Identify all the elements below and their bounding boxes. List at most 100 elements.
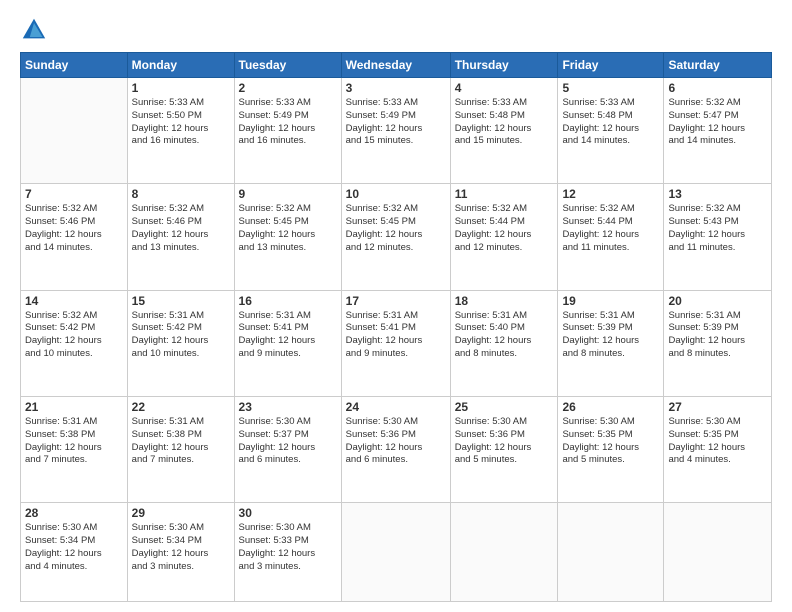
day-number: 13: [668, 187, 767, 201]
day-info: Sunrise: 5:33 AMSunset: 5:48 PMDaylight:…: [562, 97, 659, 148]
day-number: 19: [562, 294, 659, 308]
day-info: Sunrise: 5:32 AMSunset: 5:43 PMDaylight:…: [668, 203, 767, 254]
day-info: Sunrise: 5:30 AMSunset: 5:33 PMDaylight:…: [239, 522, 337, 573]
day-info: Sunrise: 5:31 AMSunset: 5:41 PMDaylight:…: [239, 310, 337, 361]
day-number: 27: [668, 400, 767, 414]
day-number: 28: [25, 506, 123, 520]
day-number: 1: [132, 81, 230, 95]
day-info: Sunrise: 5:32 AMSunset: 5:47 PMDaylight:…: [668, 97, 767, 148]
day-number: 24: [346, 400, 446, 414]
calendar-cell: 2 Sunrise: 5:33 AMSunset: 5:49 PMDaylight…: [234, 78, 341, 184]
day-number: 15: [132, 294, 230, 308]
calendar-cell: 3 Sunrise: 5:33 AMSunset: 5:49 PMDaylight…: [341, 78, 450, 184]
week-row-1: 1 Sunrise: 5:33 AMSunset: 5:50 PMDaylight…: [21, 78, 772, 184]
day-number: 3: [346, 81, 446, 95]
day-info: Sunrise: 5:31 AMSunset: 5:39 PMDaylight:…: [668, 310, 767, 361]
day-info: Sunrise: 5:33 AMSunset: 5:50 PMDaylight:…: [132, 97, 230, 148]
day-number: 2: [239, 81, 337, 95]
day-number: 6: [668, 81, 767, 95]
day-number: 21: [25, 400, 123, 414]
calendar-cell: 13 Sunrise: 5:32 AMSunset: 5:43 PMDayligh…: [664, 184, 772, 290]
day-number: 10: [346, 187, 446, 201]
day-info: Sunrise: 5:31 AMSunset: 5:38 PMDaylight:…: [132, 416, 230, 467]
day-info: Sunrise: 5:30 AMSunset: 5:36 PMDaylight:…: [346, 416, 446, 467]
day-info: Sunrise: 5:32 AMSunset: 5:42 PMDaylight:…: [25, 310, 123, 361]
weekday-header-row: SundayMondayTuesdayWednesdayThursdayFrid…: [21, 53, 772, 78]
day-number: 4: [455, 81, 554, 95]
weekday-header-friday: Friday: [558, 53, 664, 78]
calendar-cell: 28 Sunrise: 5:30 AMSunset: 5:34 PMDayligh…: [21, 503, 128, 602]
weekday-header-monday: Monday: [127, 53, 234, 78]
calendar-cell: 9Sunrise: 5:32 AMSunset: 5:45 PMDaylight…: [234, 184, 341, 290]
calendar-cell: 10 Sunrise: 5:32 AMSunset: 5:45 PMDayligh…: [341, 184, 450, 290]
day-info: Sunrise: 5:31 AMSunset: 5:39 PMDaylight:…: [562, 310, 659, 361]
calendar-cell: 11 Sunrise: 5:32 AMSunset: 5:44 PMDayligh…: [450, 184, 558, 290]
calendar-cell: 4 Sunrise: 5:33 AMSunset: 5:48 PMDaylight…: [450, 78, 558, 184]
calendar-cell: 6 Sunrise: 5:32 AMSunset: 5:47 PMDaylight…: [664, 78, 772, 184]
logo-icon: [20, 16, 48, 44]
day-number: 18: [455, 294, 554, 308]
day-number: 14: [25, 294, 123, 308]
calendar-cell: 30Sunrise: 5:30 AMSunset: 5:33 PMDayligh…: [234, 503, 341, 602]
calendar-cell: [558, 503, 664, 602]
calendar-cell: 24 Sunrise: 5:30 AMSunset: 5:36 PMDayligh…: [341, 396, 450, 502]
calendar-cell: 25 Sunrise: 5:30 AMSunset: 5:36 PMDayligh…: [450, 396, 558, 502]
calendar-cell: 20 Sunrise: 5:31 AMSunset: 5:39 PMDayligh…: [664, 290, 772, 396]
calendar-cell: 27 Sunrise: 5:30 AMSunset: 5:35 PMDayligh…: [664, 396, 772, 502]
day-info: Sunrise: 5:31 AMSunset: 5:40 PMDaylight:…: [455, 310, 554, 361]
day-number: 22: [132, 400, 230, 414]
day-number: 12: [562, 187, 659, 201]
calendar-cell: 1 Sunrise: 5:33 AMSunset: 5:50 PMDaylight…: [127, 78, 234, 184]
header: [20, 16, 772, 44]
logo: [20, 16, 50, 44]
day-number: 26: [562, 400, 659, 414]
day-number: 23: [239, 400, 337, 414]
weekday-header-wednesday: Wednesday: [341, 53, 450, 78]
calendar-cell: 17Sunrise: 5:31 AMSunset: 5:41 PMDayligh…: [341, 290, 450, 396]
day-info: Sunrise: 5:30 AMSunset: 5:35 PMDaylight:…: [562, 416, 659, 467]
day-info: Sunrise: 5:33 AMSunset: 5:49 PMDaylight:…: [239, 97, 337, 148]
calendar-table: SundayMondayTuesdayWednesdayThursdayFrid…: [20, 52, 772, 602]
calendar-cell: 14 Sunrise: 5:32 AMSunset: 5:42 PMDayligh…: [21, 290, 128, 396]
day-number: 25: [455, 400, 554, 414]
page: SundayMondayTuesdayWednesdayThursdayFrid…: [0, 0, 792, 612]
day-number: 11: [455, 187, 554, 201]
day-number: 20: [668, 294, 767, 308]
calendar-cell: 16 Sunrise: 5:31 AMSunset: 5:41 PMDayligh…: [234, 290, 341, 396]
calendar-cell: [664, 503, 772, 602]
week-row-4: 21 Sunrise: 5:31 AMSunset: 5:38 PMDayligh…: [21, 396, 772, 502]
day-info: Sunrise: 5:30 AMSunset: 5:37 PMDaylight:…: [239, 416, 337, 467]
day-info: Sunrise: 5:30 AMSunset: 5:34 PMDaylight:…: [25, 522, 123, 573]
day-number: 8: [132, 187, 230, 201]
calendar-cell: [21, 78, 128, 184]
calendar-cell: 26 Sunrise: 5:30 AMSunset: 5:35 PMDayligh…: [558, 396, 664, 502]
day-info: Sunrise: 5:31 AMSunset: 5:38 PMDaylight:…: [25, 416, 123, 467]
day-number: 5: [562, 81, 659, 95]
weekday-header-sunday: Sunday: [21, 53, 128, 78]
week-row-2: 7 Sunrise: 5:32 AMSunset: 5:46 PMDaylight…: [21, 184, 772, 290]
day-info: Sunrise: 5:30 AMSunset: 5:36 PMDaylight:…: [455, 416, 554, 467]
weekday-header-thursday: Thursday: [450, 53, 558, 78]
day-number: 9: [239, 187, 337, 201]
day-number: 7: [25, 187, 123, 201]
day-info: Sunrise: 5:33 AMSunset: 5:48 PMDaylight:…: [455, 97, 554, 148]
calendar-cell: 7 Sunrise: 5:32 AMSunset: 5:46 PMDaylight…: [21, 184, 128, 290]
calendar-cell: 5 Sunrise: 5:33 AMSunset: 5:48 PMDaylight…: [558, 78, 664, 184]
calendar-cell: 21 Sunrise: 5:31 AMSunset: 5:38 PMDayligh…: [21, 396, 128, 502]
day-info: Sunrise: 5:30 AMSunset: 5:34 PMDaylight:…: [132, 522, 230, 573]
day-number: 16: [239, 294, 337, 308]
weekday-header-saturday: Saturday: [664, 53, 772, 78]
day-info: Sunrise: 5:30 AMSunset: 5:35 PMDaylight:…: [668, 416, 767, 467]
day-info: Sunrise: 5:32 AMSunset: 5:45 PMDaylight:…: [346, 203, 446, 254]
day-number: 29: [132, 506, 230, 520]
day-info: Sunrise: 5:32 AMSunset: 5:46 PMDaylight:…: [25, 203, 123, 254]
calendar-cell: 19 Sunrise: 5:31 AMSunset: 5:39 PMDayligh…: [558, 290, 664, 396]
day-info: Sunrise: 5:32 AMSunset: 5:44 PMDaylight:…: [562, 203, 659, 254]
day-info: Sunrise: 5:33 AMSunset: 5:49 PMDaylight:…: [346, 97, 446, 148]
week-row-5: 28 Sunrise: 5:30 AMSunset: 5:34 PMDayligh…: [21, 503, 772, 602]
calendar-cell: 15Sunrise: 5:31 AMSunset: 5:42 PMDayligh…: [127, 290, 234, 396]
calendar-cell: 12 Sunrise: 5:32 AMSunset: 5:44 PMDayligh…: [558, 184, 664, 290]
day-info: Sunrise: 5:32 AMSunset: 5:44 PMDaylight:…: [455, 203, 554, 254]
calendar-cell: [450, 503, 558, 602]
calendar-cell: [341, 503, 450, 602]
